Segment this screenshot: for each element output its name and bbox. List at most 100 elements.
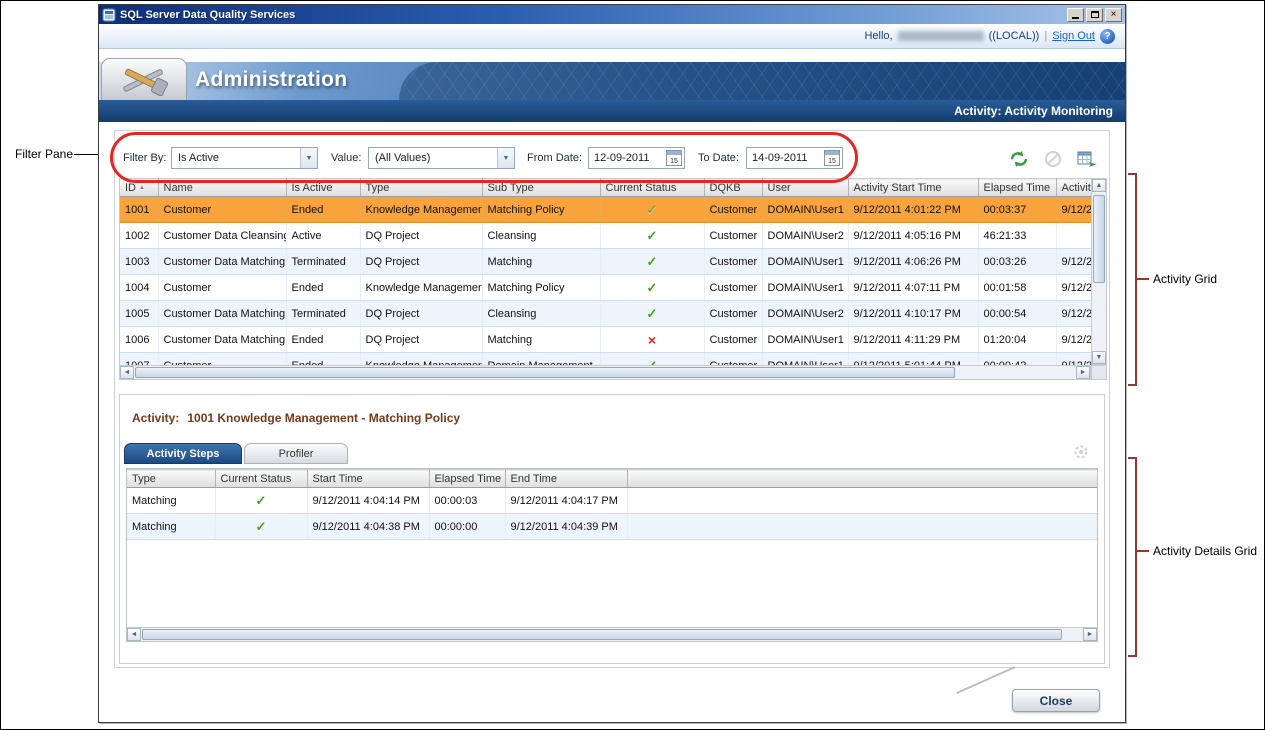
activity-grid: ID▲NameIs ActiveTypeSub TypeCurrent Stat… (119, 178, 1107, 380)
column-header-end_time[interactable]: Activity End Time (1056, 179, 1091, 197)
activity-grid-row[interactable]: 1005Customer Data MatchingTerminatedDQ P… (120, 301, 1091, 327)
bracket-tick (1128, 173, 1137, 175)
horizontal-scrollbar[interactable]: ◄ ► (119, 365, 1091, 380)
details-horizontal-scrollbar[interactable]: ◄ ► (127, 627, 1097, 641)
success-check-icon: ✓ (647, 358, 658, 366)
calendar-day: 15 (828, 158, 836, 165)
activity-grid-row[interactable]: 1004CustomerEndedKnowledge ManagementMat… (120, 275, 1091, 301)
success-check-icon: ✓ (647, 202, 658, 217)
success-check-icon: ✓ (256, 519, 267, 534)
success-check-icon: ✓ (647, 228, 658, 243)
column-header-end[interactable]: End Time (505, 470, 627, 488)
details-grid-row[interactable]: Matching✓9/12/2011 4:04:14 PM00:00:039/1… (127, 488, 1097, 514)
annotation-activity-grid-label: Activity Grid (1153, 272, 1217, 286)
value-select[interactable]: (All Values) ▼ (368, 147, 515, 169)
vertical-scrollbar[interactable]: ▲ ▼ (1091, 178, 1107, 365)
column-header-start[interactable]: Start Time (307, 470, 429, 488)
app-window: SQL Server Data Quality Services × Hello… (98, 4, 1126, 723)
close-button[interactable]: Close (1012, 689, 1100, 712)
bracket-tick (1128, 655, 1137, 657)
activity-grid-row[interactable]: 1001CustomerEndedKnowledge ManagementMat… (120, 197, 1091, 223)
from-date-value: 12-09-2011 (589, 152, 666, 164)
session-bar: Hello, ((LOCAL)) | Sign Out ? (99, 24, 1125, 49)
column-header-filler (627, 470, 1097, 488)
scroll-up-icon[interactable]: ▲ (1092, 179, 1106, 192)
minimize-icon[interactable] (1067, 8, 1084, 22)
success-check-icon: ✓ (256, 493, 267, 508)
to-date-value: 14-09-2011 (747, 152, 824, 164)
bracket-tick (1128, 384, 1137, 386)
settings-gear-icon (1072, 443, 1090, 466)
chevron-down-icon: ▼ (300, 148, 317, 168)
bracket-tick (1137, 550, 1149, 552)
column-header-status[interactable]: Current Status (215, 470, 307, 488)
banner-context-strip: Activity: Activity Monitoring (99, 100, 1125, 122)
column-header-is_active[interactable]: Is Active (286, 179, 360, 197)
activity-grid-row[interactable]: 1003Customer Data MatchingTerminatedDQ P… (120, 249, 1091, 275)
close-icon[interactable]: × (1105, 8, 1122, 22)
scroll-right-icon[interactable]: ► (1076, 366, 1090, 379)
column-header-dqkb[interactable]: DQKB (704, 179, 762, 197)
scroll-left-icon[interactable]: ◄ (127, 628, 141, 641)
details-grid-row[interactable]: Matching✓9/12/2011 4:04:38 PM00:00:009/1… (127, 514, 1097, 540)
annotation-bracket-details-grid (1135, 457, 1137, 657)
from-date-label: From Date: (527, 152, 582, 164)
details-activity-label: Activity: (132, 411, 179, 425)
chevron-down-icon: ▼ (497, 148, 514, 168)
bracket-tick (1128, 457, 1137, 459)
user-name-redacted (898, 31, 984, 41)
export-to-excel-icon[interactable] (1075, 148, 1099, 170)
scroll-right-icon[interactable]: ► (1083, 628, 1097, 641)
scrollbar-thumb[interactable] (142, 629, 1062, 640)
to-date-label: To Date: (698, 152, 739, 164)
column-header-id[interactable]: ID▲ (120, 179, 158, 197)
activity-grid-row[interactable]: 1002Customer Data CleansingActiveDQ Proj… (120, 223, 1091, 249)
filter-by-select[interactable]: Is Active ▼ (171, 147, 318, 169)
calendar-day: 15 (670, 158, 678, 165)
failure-x-icon: × (648, 332, 656, 348)
column-header-type[interactable]: Type (360, 179, 482, 197)
server-name: ((LOCAL)) (989, 30, 1040, 42)
to-date-input[interactable]: 14-09-2011 15 (746, 147, 843, 169)
restore-icon[interactable] (1086, 8, 1103, 22)
activity-grid-row[interactable]: 1007CustomerEndedKnowledge ManagementDom… (120, 353, 1091, 366)
page-title: Administration (195, 68, 347, 92)
sign-out-link[interactable]: Sign Out (1052, 30, 1095, 42)
activity-details-grid: TypeCurrent StatusStart TimeElapsed Time… (126, 468, 1098, 642)
calendar-icon[interactable]: 15 (666, 150, 682, 166)
column-header-elapsed[interactable]: Elapsed Time (978, 179, 1056, 197)
activity-grid-row[interactable]: 1006Customer Data MatchingEndedDQ Projec… (120, 327, 1091, 353)
details-activity-name: 1001 Knowledge Management - Matching Pol… (187, 411, 460, 425)
column-header-type[interactable]: Type (127, 470, 215, 488)
column-header-user[interactable]: User (762, 179, 848, 197)
refresh-icon[interactable] (1007, 148, 1031, 170)
details-title: Activity: 1001 Knowledge Management - Mat… (132, 411, 460, 425)
column-header-status[interactable]: Current Status (600, 179, 704, 197)
column-header-name[interactable]: Name (158, 179, 286, 197)
column-header-start_time[interactable]: Activity Start Time (848, 179, 978, 197)
filter-by-label: Filter By: (123, 152, 166, 164)
scroll-down-icon[interactable]: ▼ (1092, 351, 1106, 364)
activity-context-label: Activity: Activity Monitoring (954, 104, 1113, 118)
annotation-filter-pane-label: Filter Pane (15, 147, 73, 161)
calendar-icon[interactable]: 15 (824, 150, 840, 166)
help-icon[interactable]: ? (1100, 29, 1115, 44)
tab-profiler[interactable]: Profiler (244, 443, 348, 464)
admin-tools-icon (116, 64, 172, 96)
from-date-input[interactable]: 12-09-2011 15 (588, 147, 685, 169)
activity-grid-viewport: ID▲NameIs ActiveTypeSub TypeCurrent Stat… (119, 178, 1091, 365)
page-banner: Activity: Activity Monitoring Administra… (99, 62, 1125, 122)
scrollbar-thumb[interactable] (1093, 195, 1105, 283)
success-check-icon: ✓ (647, 280, 658, 295)
success-check-icon: ✓ (647, 306, 658, 321)
admin-tools-tab (101, 58, 187, 100)
success-check-icon: ✓ (647, 254, 658, 269)
tab-activity-steps[interactable]: Activity Steps (124, 443, 242, 464)
scroll-left-icon[interactable]: ◄ (120, 366, 134, 379)
details-grid-viewport: TypeCurrent StatusStart TimeElapsed Time… (127, 469, 1097, 627)
column-header-sub_type[interactable]: Sub Type (482, 179, 600, 197)
column-header-elapsed[interactable]: Elapsed Time (429, 470, 505, 488)
activity-details-panel: Activity: 1001 Knowledge Management - Mat… (119, 394, 1105, 664)
scrollbar-thumb[interactable] (135, 367, 955, 378)
annotated-screenshot: Filter Pane Activity Grid Activity Detai… (0, 0, 1265, 730)
